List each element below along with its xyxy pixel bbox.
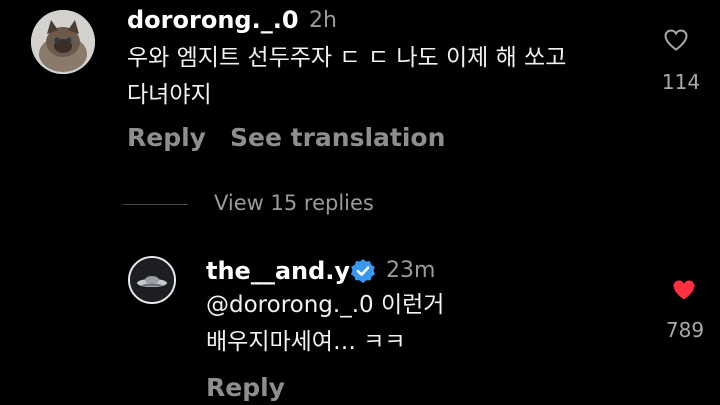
cat-avatar-icon	[31, 10, 95, 74]
like-count: 789	[665, 318, 705, 342]
comment-text-line: 다녀야지	[127, 82, 212, 108]
view-replies-button[interactable]: View 15 replies	[214, 191, 374, 215]
comments-panel: dororong._.0 2h 우와 엠지트 선두주자 ㄷ ㄷ 나도 이제 해 …	[0, 0, 720, 405]
heart-filled-icon[interactable]	[672, 279, 696, 301]
reply-button[interactable]: Reply	[127, 123, 206, 152]
ufo-avatar-icon	[130, 258, 174, 302]
reply-button[interactable]: Reply	[206, 373, 285, 402]
comment-timestamp: 2h	[309, 8, 337, 33]
comment-username[interactable]: the__and.y	[206, 257, 350, 285]
replies-divider	[123, 204, 188, 205]
avatar[interactable]	[31, 10, 95, 74]
like-count: 114	[661, 70, 701, 94]
comment-timestamp: 23m	[386, 258, 436, 283]
comment-text-line: 우와 엠지트 선두주자 ㄷ ㄷ 나도 이제 해 쏘고	[127, 45, 567, 71]
comment-text-line: 배우지마세여… ㅋㅋ	[206, 329, 406, 355]
heart-outline-icon[interactable]	[664, 29, 688, 51]
avatar[interactable]	[128, 256, 176, 304]
comment-username[interactable]: dororong._.0	[127, 6, 299, 34]
see-translation-button[interactable]: See translation	[230, 123, 445, 152]
comment-text-line: @dororong._.0 이런거	[206, 292, 445, 318]
verified-badge-icon	[351, 259, 375, 283]
